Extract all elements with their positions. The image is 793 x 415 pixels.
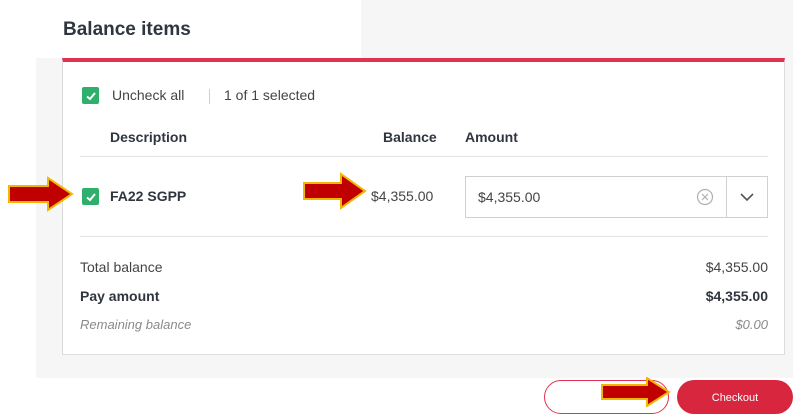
row-balance: $4,355.00 [371,188,434,204]
annotation-arrow-icon [601,377,671,407]
row-description: FA22 SGPP [110,188,187,204]
uncheck-all-checkbox[interactable] [82,87,99,104]
annotation-arrow-icon [303,172,367,210]
checkout-button[interactable]: Checkout [677,380,793,414]
remaining-balance-label: Remaining balance [80,317,192,332]
divider [209,89,210,104]
pay-amount-label: Pay amount [80,288,160,304]
section-title: Balance items [63,19,191,40]
header-divider [80,156,768,157]
header-amount: Amount [465,129,518,145]
amount-dropdown-button[interactable] [726,177,767,217]
amount-field [465,176,768,218]
pay-amount-value: $4,355.00 [705,288,768,304]
remaining-balance-value: $0.00 [735,317,768,332]
clear-icon[interactable] [696,188,714,206]
annotation-arrow-icon [8,176,74,212]
row-divider [80,236,768,237]
header-description: Description [110,129,188,145]
header-balance: Balance [383,129,437,145]
checkmark-icon [85,91,96,100]
row-checkbox[interactable] [82,188,99,205]
uncheck-all-label[interactable]: Uncheck all [112,87,184,103]
chevron-down-icon [740,193,754,202]
amount-input[interactable] [466,177,726,217]
selected-count: 1 of 1 selected [224,87,316,103]
checkmark-icon [85,192,96,201]
total-balance-label: Total balance [80,259,163,275]
total-balance-value: $4,355.00 [705,259,768,275]
